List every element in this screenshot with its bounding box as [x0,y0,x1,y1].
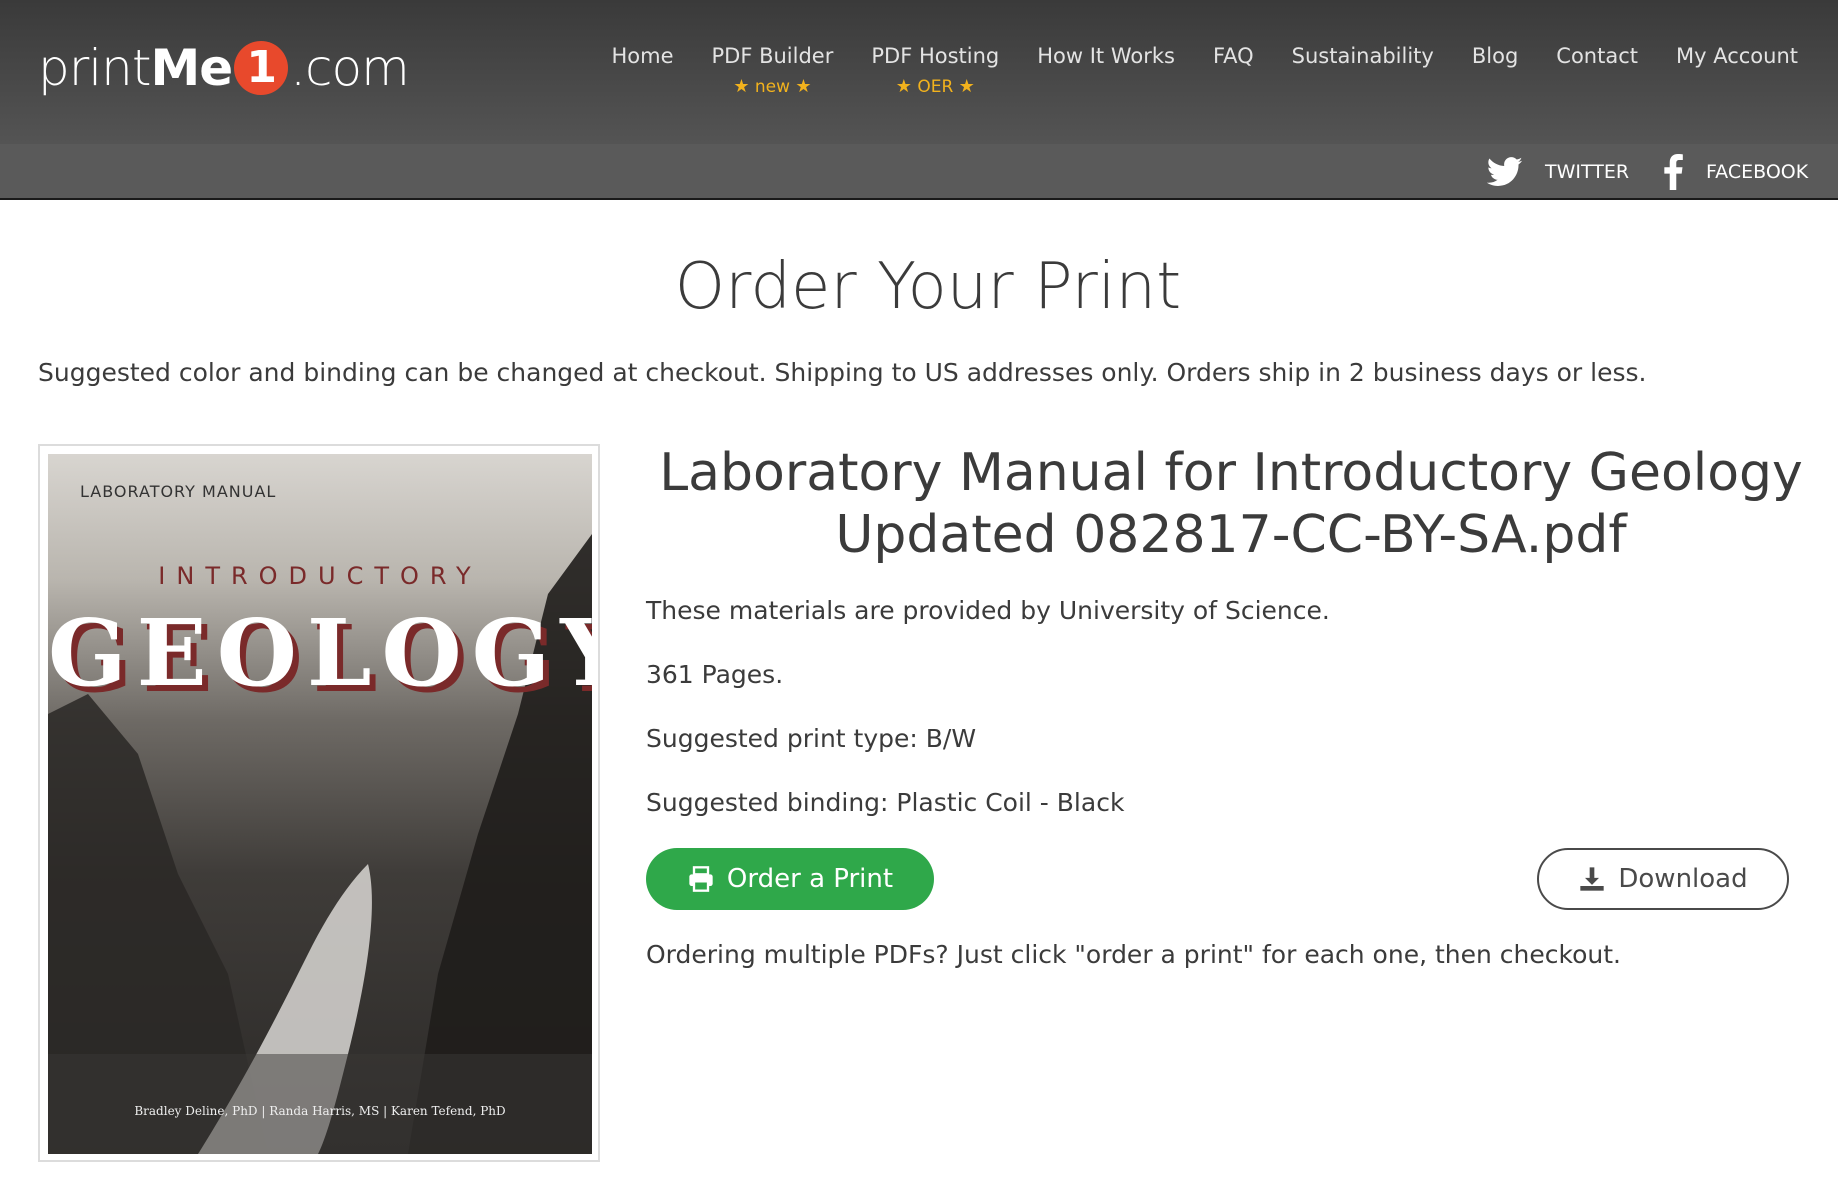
book-cover-frame: LABORATORY MANUAL INTRODUCTORY GEOLOGY B… [38,444,600,1162]
cover-lab-label: LABORATORY MANUAL [80,482,277,501]
nav-home-label: Home [611,44,674,68]
twitter-label: TWITTER [1545,161,1630,183]
download-button[interactable]: Download [1537,848,1789,910]
logo-text-print: print [38,39,151,97]
social-bar: TWITTER FACEBOOK [0,144,1838,200]
nav-pdf-hosting-badge: ★ OER ★ [871,76,999,97]
twitter-icon [1487,157,1523,186]
nav-how-it-works[interactable]: How It Works [1018,44,1194,97]
nav-pdf-hosting-label: PDF Hosting [871,44,1000,68]
nav-blog-label: Blog [1471,44,1519,68]
star-icon: ★ [795,76,812,97]
provider-text: These materials are provided by Universi… [646,596,1330,625]
star-icon: ★ [733,76,750,97]
nav-pdf-hosting[interactable]: PDF Hosting ★ OER ★ [852,44,1018,97]
main-nav: Home PDF Builder ★ new ★ PDF Hosting ★ O… [592,44,1798,97]
site-header: print Me 1 .com Home PDF Builder ★ new ★… [0,0,1838,144]
nav-sustainability[interactable]: Sustainability [1273,44,1453,97]
order-intro-text: Suggested color and binding can be chang… [38,358,1647,387]
book-title-line2: Updated 082817-CC-BY-SA.pdf [835,505,1627,565]
nav-sustainability-label: Sustainability [1291,44,1434,68]
nav-how-it-works-label: How It Works [1037,44,1175,68]
nav-blog[interactable]: Blog [1453,44,1537,97]
cover-authors: Bradley Deline, PhD | Randa Harris, MS |… [134,1104,506,1118]
nav-faq-label: FAQ [1212,44,1254,68]
page-title: Order Your Print [674,250,1182,324]
star-icon: ★ [958,76,975,97]
facebook-label: FACEBOOK [1706,161,1809,183]
nav-home[interactable]: Home [592,44,692,97]
download-icon [1580,867,1605,891]
print-type: Suggested print type: B/W [646,724,977,753]
book-cover-image: LABORATORY MANUAL INTRODUCTORY GEOLOGY B… [48,454,592,1154]
nav-pdf-builder-badge-text: new [754,77,790,97]
binding-type: Suggested binding: Plastic Coil - Black [646,788,1125,817]
order-print-label: Order a Print [726,864,894,894]
nav-pdf-builder[interactable]: PDF Builder ★ new ★ [693,44,853,97]
cover-landscape [48,534,592,1154]
star-icon: ★ [895,76,912,97]
nav-faq[interactable]: FAQ [1194,44,1273,97]
twitter-link[interactable]: TWITTER [1487,144,1629,200]
logo-text-com: .com [290,39,410,97]
nav-pdf-builder-label: PDF Builder [711,44,834,68]
facebook-link[interactable]: FACEBOOK [1662,144,1808,200]
download-label: Download [1618,864,1748,894]
facebook-icon [1664,154,1683,190]
page-count: 361 Pages. [646,660,784,689]
order-print-button[interactable]: Order a Print [646,848,934,910]
nav-pdf-builder-badge: ★ new ★ [712,76,834,97]
site-logo[interactable]: print Me 1 .com [38,38,410,98]
printer-icon [689,866,713,892]
cover-geology-title: GEOLOGY [48,599,592,707]
nav-my-account[interactable]: My Account [1657,44,1798,97]
multiple-pdfs-note: Ordering multiple PDFs? Just click "orde… [646,940,1621,969]
cover-intro-label: INTRODUCTORY [158,562,482,590]
nav-contact[interactable]: Contact [1537,44,1657,97]
nav-pdf-hosting-badge-text: OER [917,77,954,97]
nav-my-account-label: My Account [1675,44,1798,68]
book-title: Laboratory Manual for Introductory Geolo… [636,442,1826,566]
logo-text-me: Me [150,39,233,97]
book-title-line1: Laboratory Manual for Introductory Geolo… [659,443,1803,503]
nav-contact-label: Contact [1556,44,1638,68]
logo-number-badge: 1 [234,41,289,95]
